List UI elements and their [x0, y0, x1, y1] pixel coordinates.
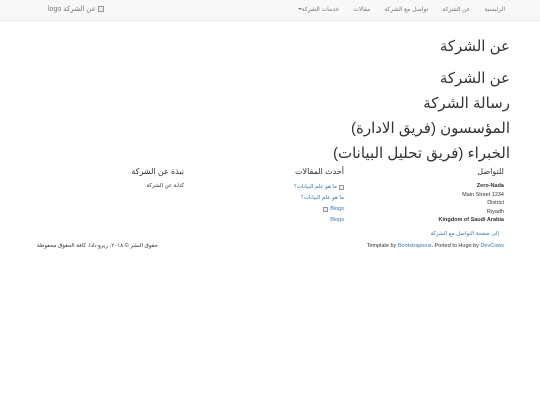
- footer-articles-column: أحدث المقالات ما هو علم البيانات؟ ما هو …: [224, 167, 344, 226]
- footer-contact-column: للتواصل Zero-Nada Main Street 1234 Distr…: [384, 167, 505, 225]
- devcows-link[interactable]: DevCows: [480, 243, 504, 249]
- brand-alt-text: عن الشركة logo: [48, 6, 96, 13]
- footer-about-column: نبذة عن الشركة كتابة عن الشركة: [64, 167, 184, 191]
- nav-item-services[interactable]: خدمات الشركة: [289, 0, 346, 21]
- nav-item-contact[interactable]: تواصل مع الشركة: [377, 0, 435, 21]
- nav-item-about[interactable]: عن الشركة: [435, 0, 477, 21]
- district: District: [487, 200, 504, 206]
- article-link-blogs-image[interactable]: Blogs: [224, 204, 344, 215]
- nav-menu: الرئيسية عن الشركة تواصل مع الشركة مقالا…: [289, 0, 512, 21]
- about-title: نبذة عن الشركة: [131, 167, 184, 176]
- copyright-text: حقوق النشر © ٢٠١٨، زيرو-نادا. كافة الحقو…: [37, 243, 158, 249]
- city: Riyadh: [486, 208, 504, 215]
- article-link-data-science[interactable]: ما هو علم البيانات؟: [224, 193, 344, 204]
- section-heading-mission: رسالة الشركة: [423, 95, 510, 112]
- bootstrapious-link[interactable]: Bootstrapious: [398, 243, 432, 249]
- article-link-blogs[interactable]: Blogs: [224, 215, 344, 226]
- country: Kingdom of Saudi Arabia: [438, 217, 505, 223]
- articles-title: أحدث المقالات: [295, 167, 344, 176]
- street-address: Main Street 1234: [462, 191, 504, 198]
- broken-image-icon: [339, 185, 344, 190]
- navbar: عن الشركة logo الرئيسية عن الشركة تواصل …: [0, 0, 540, 21]
- broken-image-icon: [97, 6, 104, 12]
- contact-page-link[interactable]: إلى صفحة التواصل مع الشركة: [430, 231, 499, 237]
- brand-logo[interactable]: عن الشركة logo: [48, 5, 104, 13]
- contact-title: للتواصل: [477, 167, 504, 176]
- page-title: عن الشركة: [439, 38, 510, 55]
- about-text: كتابة عن الشركة: [146, 183, 184, 189]
- template-credit: Template by Bootstrapious. Ported to Hug…: [366, 243, 504, 249]
- article-link-data-science-image[interactable]: ما هو علم البيانات؟: [224, 182, 344, 193]
- nav-item-articles[interactable]: مقالات: [346, 0, 377, 21]
- section-heading-about: عن الشركة: [439, 70, 510, 87]
- company-name: Zero-Nada: [476, 183, 504, 189]
- section-heading-experts: الخبراء (فريق تحليل البيانات): [332, 145, 510, 162]
- nav-item-home[interactable]: الرئيسية: [477, 0, 512, 21]
- section-headings: عن الشركة رسالة الشركة المؤسسون (فريق ال…: [333, 66, 510, 166]
- broken-image-icon: [323, 207, 329, 212]
- section-heading-founders: المؤسسون (فريق الادارة): [350, 120, 510, 137]
